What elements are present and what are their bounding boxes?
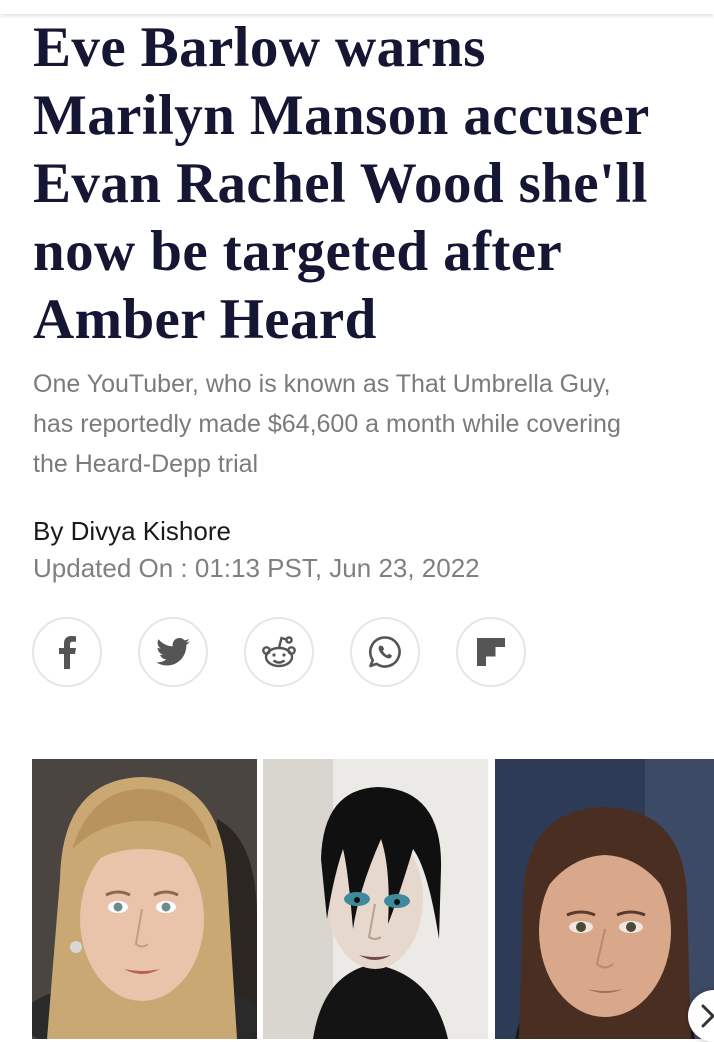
headline-line: Amber Heard xyxy=(33,288,377,351)
headline-line: Evan Rachel Wood she'll xyxy=(33,152,648,215)
flipboard-share-button[interactable] xyxy=(456,617,526,687)
article-subtitle: One YouTuber, who is known as That Umbre… xyxy=(33,364,703,484)
share-buttons xyxy=(32,617,552,691)
flipboard-icon xyxy=(477,638,505,666)
subtitle-line: has reportedly made $64,600 a month whil… xyxy=(33,410,621,438)
twitter-share-button[interactable] xyxy=(138,617,208,687)
headline-line: Eve Barlow warns xyxy=(33,16,486,79)
updated-timestamp: Updated On : 01:13 PST, Jun 23, 2022 xyxy=(33,553,480,583)
amber-heard-photo[interactable] xyxy=(32,759,257,1039)
facebook-share-button[interactable] xyxy=(32,617,102,687)
marilyn-manson-photo[interactable] xyxy=(263,759,488,1039)
author-byline[interactable]: By Divya Kishore xyxy=(33,513,231,549)
whatsapp-icon xyxy=(368,636,401,668)
article-headline: Eve Barlow warns Marilyn Manson accuser … xyxy=(33,14,714,354)
evan-rachel-wood-photo[interactable] xyxy=(495,759,714,1039)
facebook-icon xyxy=(59,636,76,669)
reddit-share-button[interactable] xyxy=(244,617,314,687)
headline-line: Marilyn Manson accuser xyxy=(33,84,650,147)
whatsapp-share-button[interactable] xyxy=(350,617,420,687)
subtitle-line: the Heard-Depp trial xyxy=(33,450,259,478)
twitter-icon xyxy=(156,638,190,666)
photo-gallery xyxy=(32,759,714,1039)
chevron-right-icon xyxy=(701,1004,714,1028)
top-bar xyxy=(0,0,714,14)
headline-line: now be targeted after xyxy=(33,220,563,283)
reddit-icon xyxy=(262,636,296,668)
subtitle-line: One YouTuber, who is known as That Umbre… xyxy=(33,370,611,398)
